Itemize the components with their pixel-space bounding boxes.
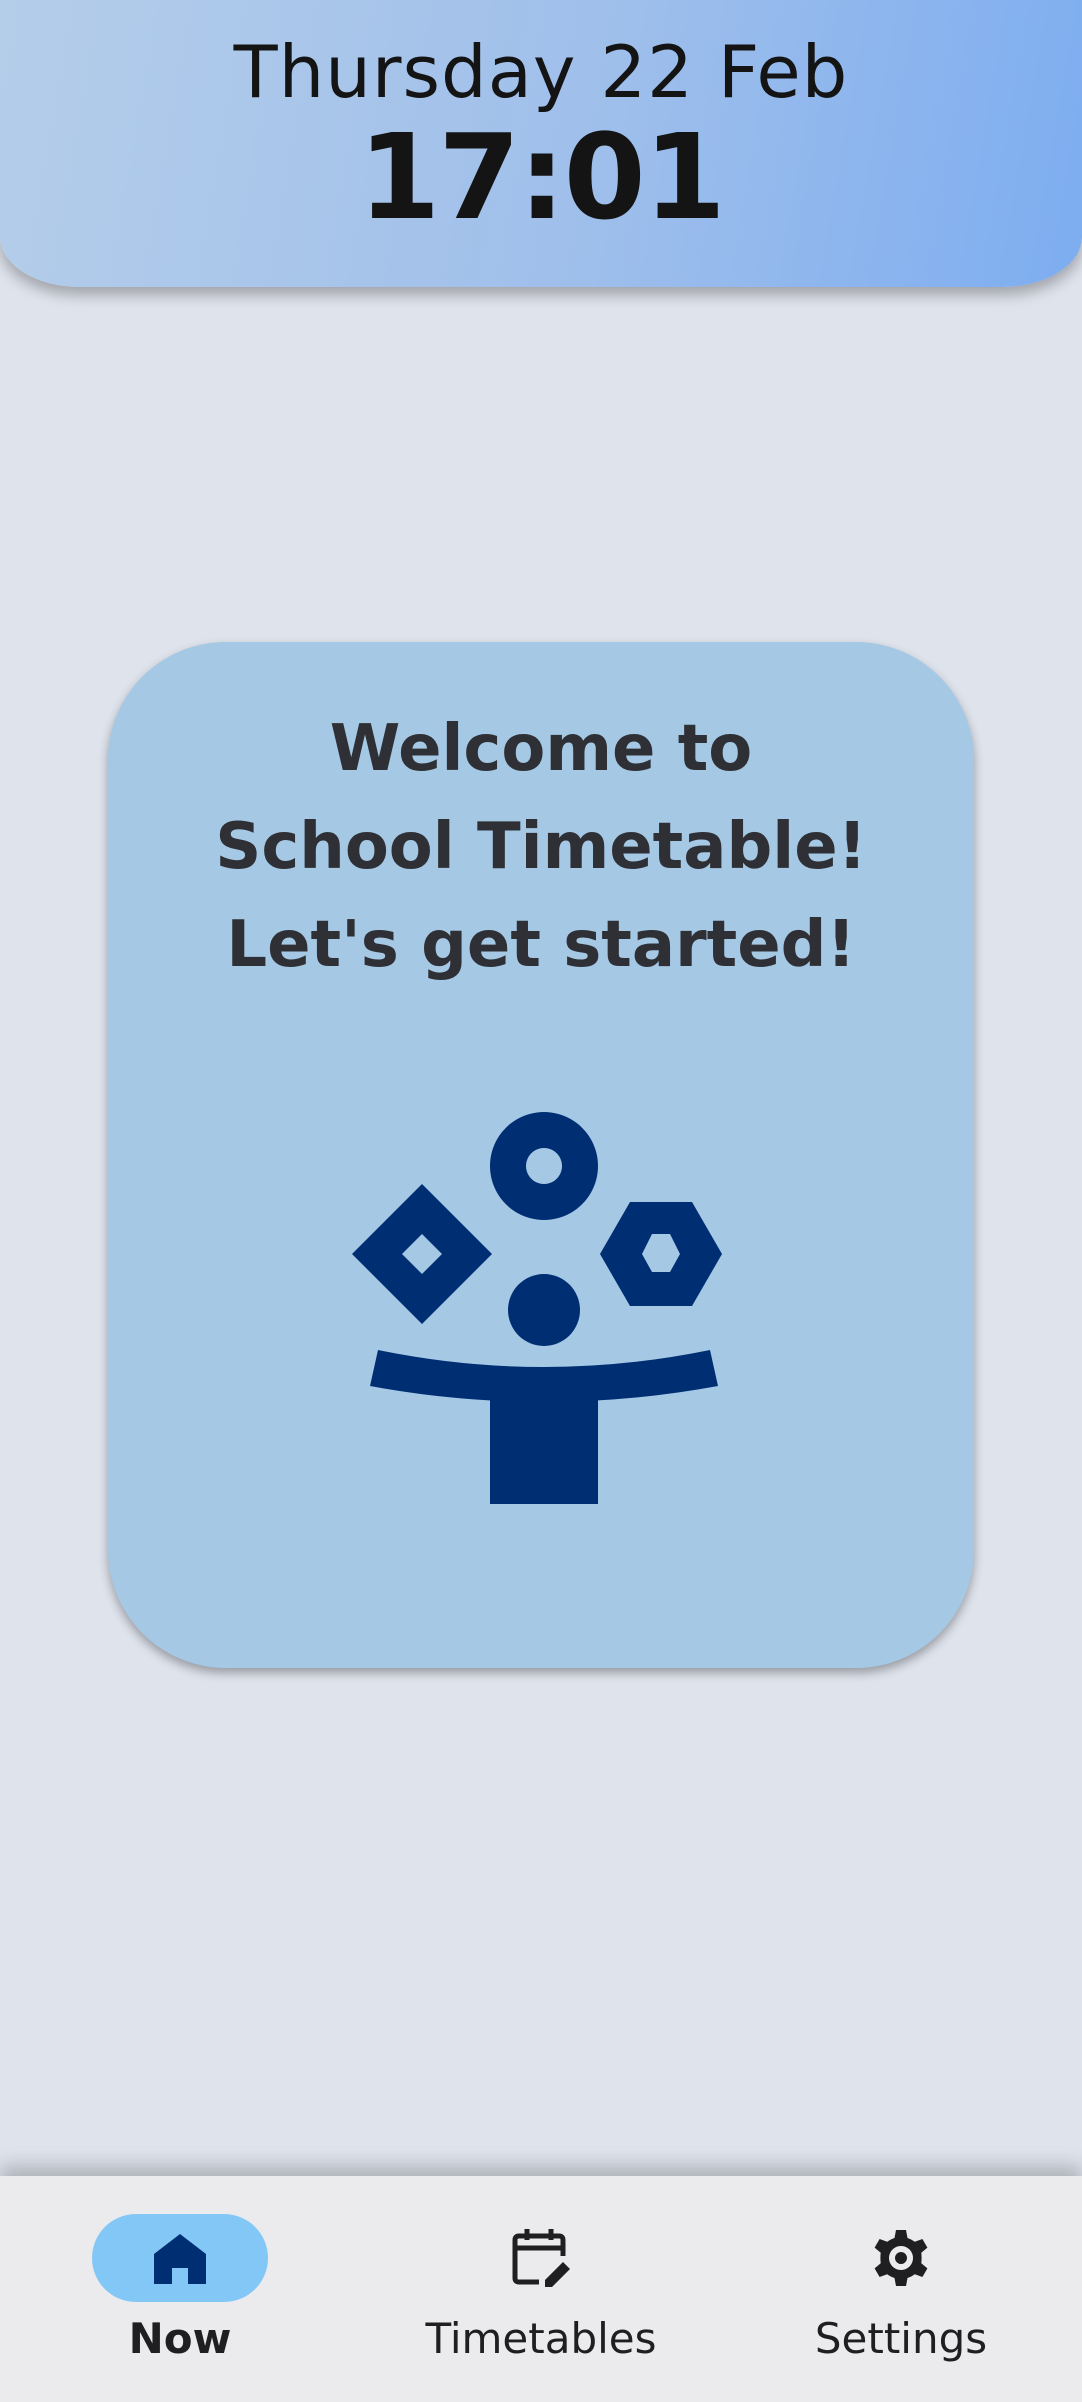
nav-item-settings[interactable]: Settings — [751, 2176, 1051, 2402]
welcome-message: Welcome to School Timetable! Let's get s… — [108, 700, 974, 994]
welcome-card: Welcome to School Timetable! Let's get s… — [108, 642, 974, 1668]
person-juggling-shapes-icon — [352, 1112, 722, 1504]
header: Thursday 22 Feb 17:01 — [0, 0, 1082, 287]
calendar-edit-icon — [512, 2229, 570, 2287]
welcome-line: Let's get started! — [226, 908, 856, 982]
nav-label-now: Now — [128, 2314, 232, 2363]
welcome-line: School Timetable! — [215, 810, 867, 884]
current-date: Thursday 22 Feb — [233, 30, 849, 114]
nav-label-settings: Settings — [814, 2314, 988, 2363]
current-time: 17:01 — [358, 108, 726, 246]
gear-icon — [874, 2230, 928, 2286]
bottom-navigation: Now Timetables Settings — [0, 2176, 1082, 2402]
welcome-line: Welcome to — [329, 712, 753, 786]
nav-item-now[interactable]: Now — [30, 2176, 330, 2402]
nav-label-timetables: Timetables — [425, 2314, 657, 2363]
home-icon — [154, 2234, 206, 2284]
nav-item-timetables[interactable]: Timetables — [391, 2176, 691, 2402]
